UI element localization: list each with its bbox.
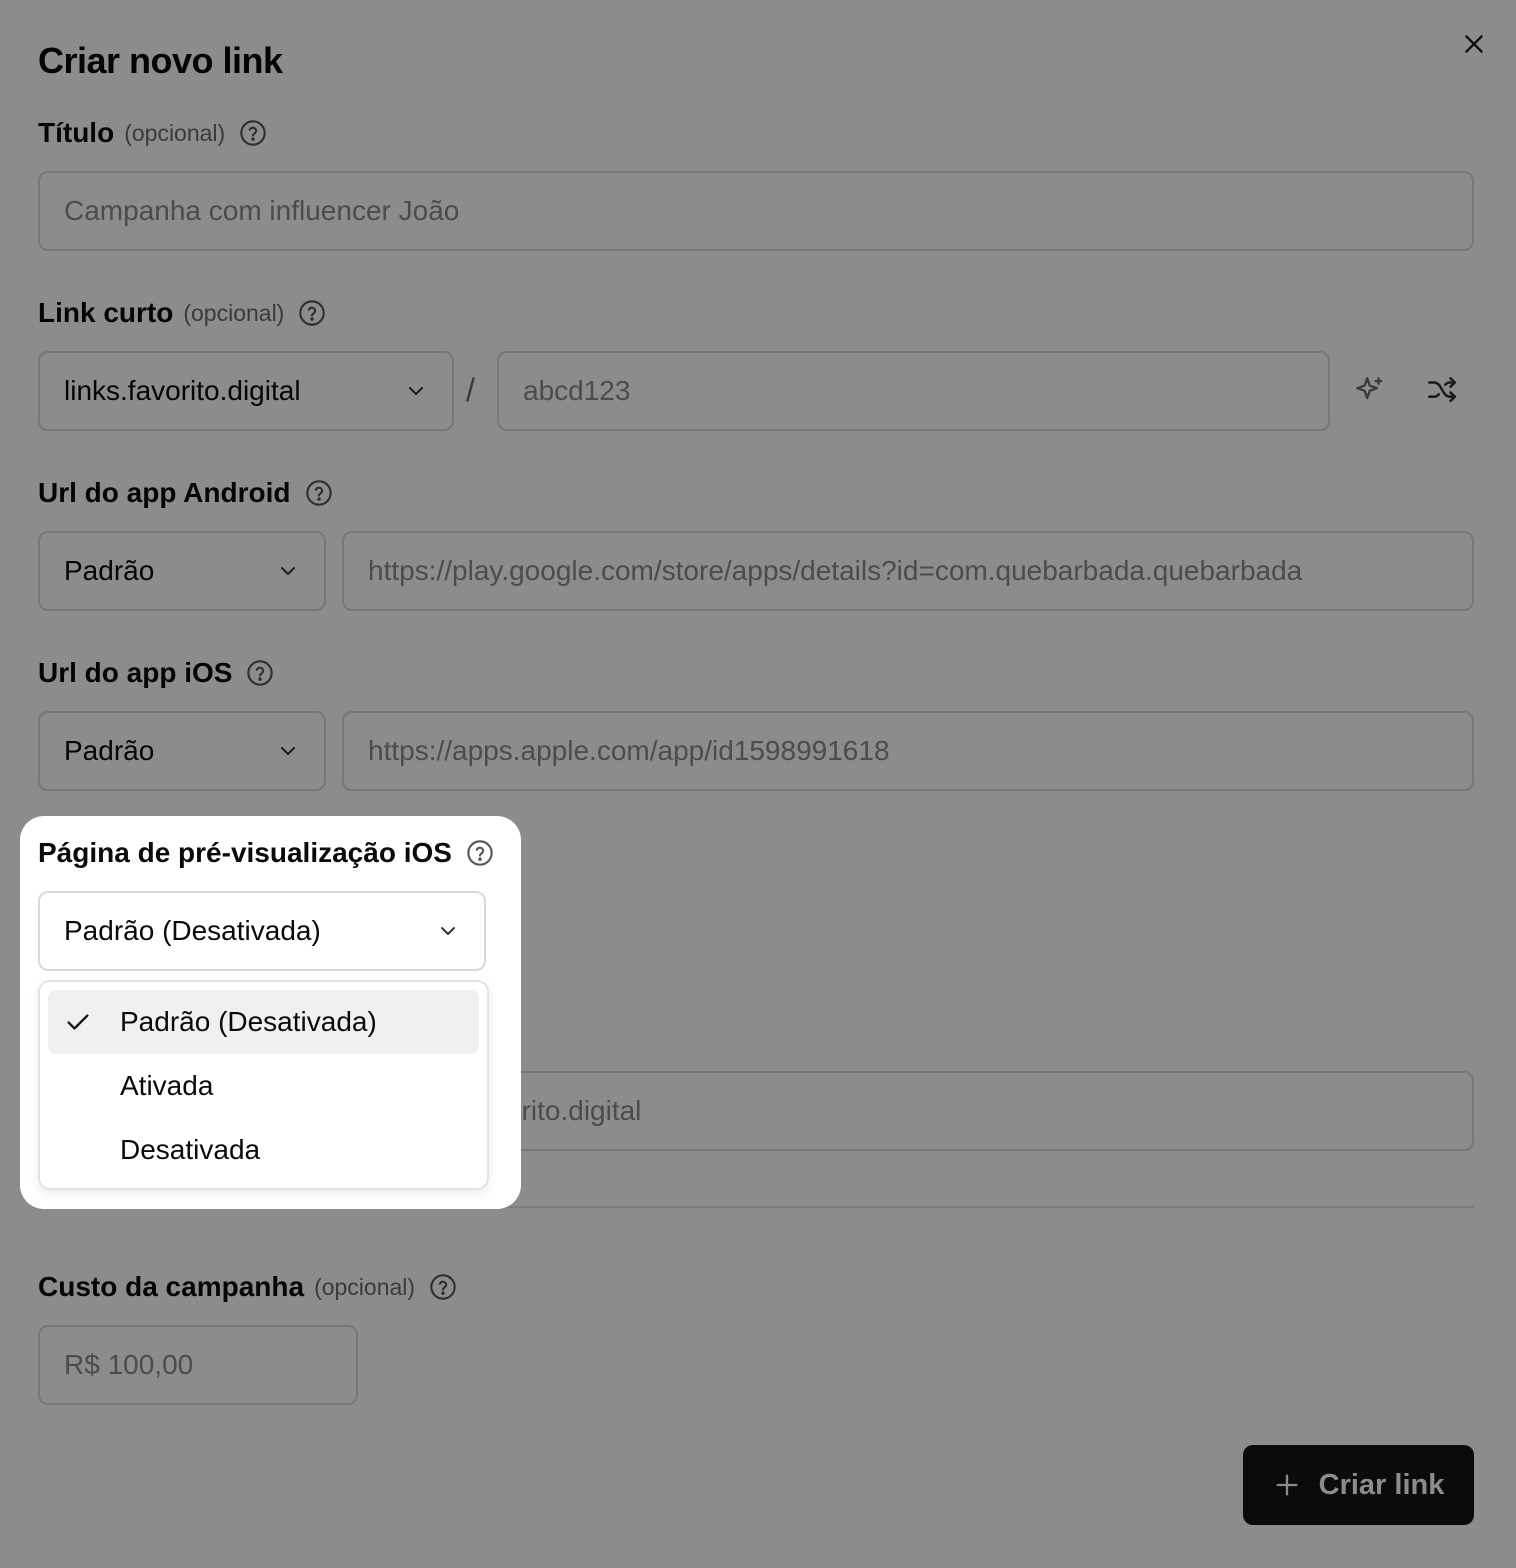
dropdown-option-ativada[interactable]: Ativada	[48, 1054, 479, 1118]
preview-ios-select-value: Padrão (Desativada)	[64, 915, 321, 946]
help-circle-icon[interactable]	[466, 839, 494, 867]
dropdown-option-padrao[interactable]: Padrão (Desativada)	[48, 990, 479, 1054]
dropdown-option-label: Desativada	[120, 1134, 261, 1165]
dropdown-option-desativada[interactable]: Desativada	[48, 1118, 479, 1182]
dropdown-option-label: Ativada	[120, 1070, 214, 1101]
dim-overlay	[0, 0, 1516, 1568]
check-icon	[67, 1014, 89, 1030]
preview-ios-label: Página de pré-visualização iOS	[38, 833, 494, 873]
preview-ios-dropdown-menu: Padrão (Desativada) Ativada Desativada	[38, 980, 489, 1190]
preview-ios-label-text: Página de pré-visualização iOS	[38, 837, 452, 868]
chevron-down-icon	[441, 927, 455, 935]
dropdown-option-label: Padrão (Desativada)	[120, 1006, 377, 1037]
preview-ios-select[interactable]: Padrão (Desativada)	[38, 891, 486, 971]
